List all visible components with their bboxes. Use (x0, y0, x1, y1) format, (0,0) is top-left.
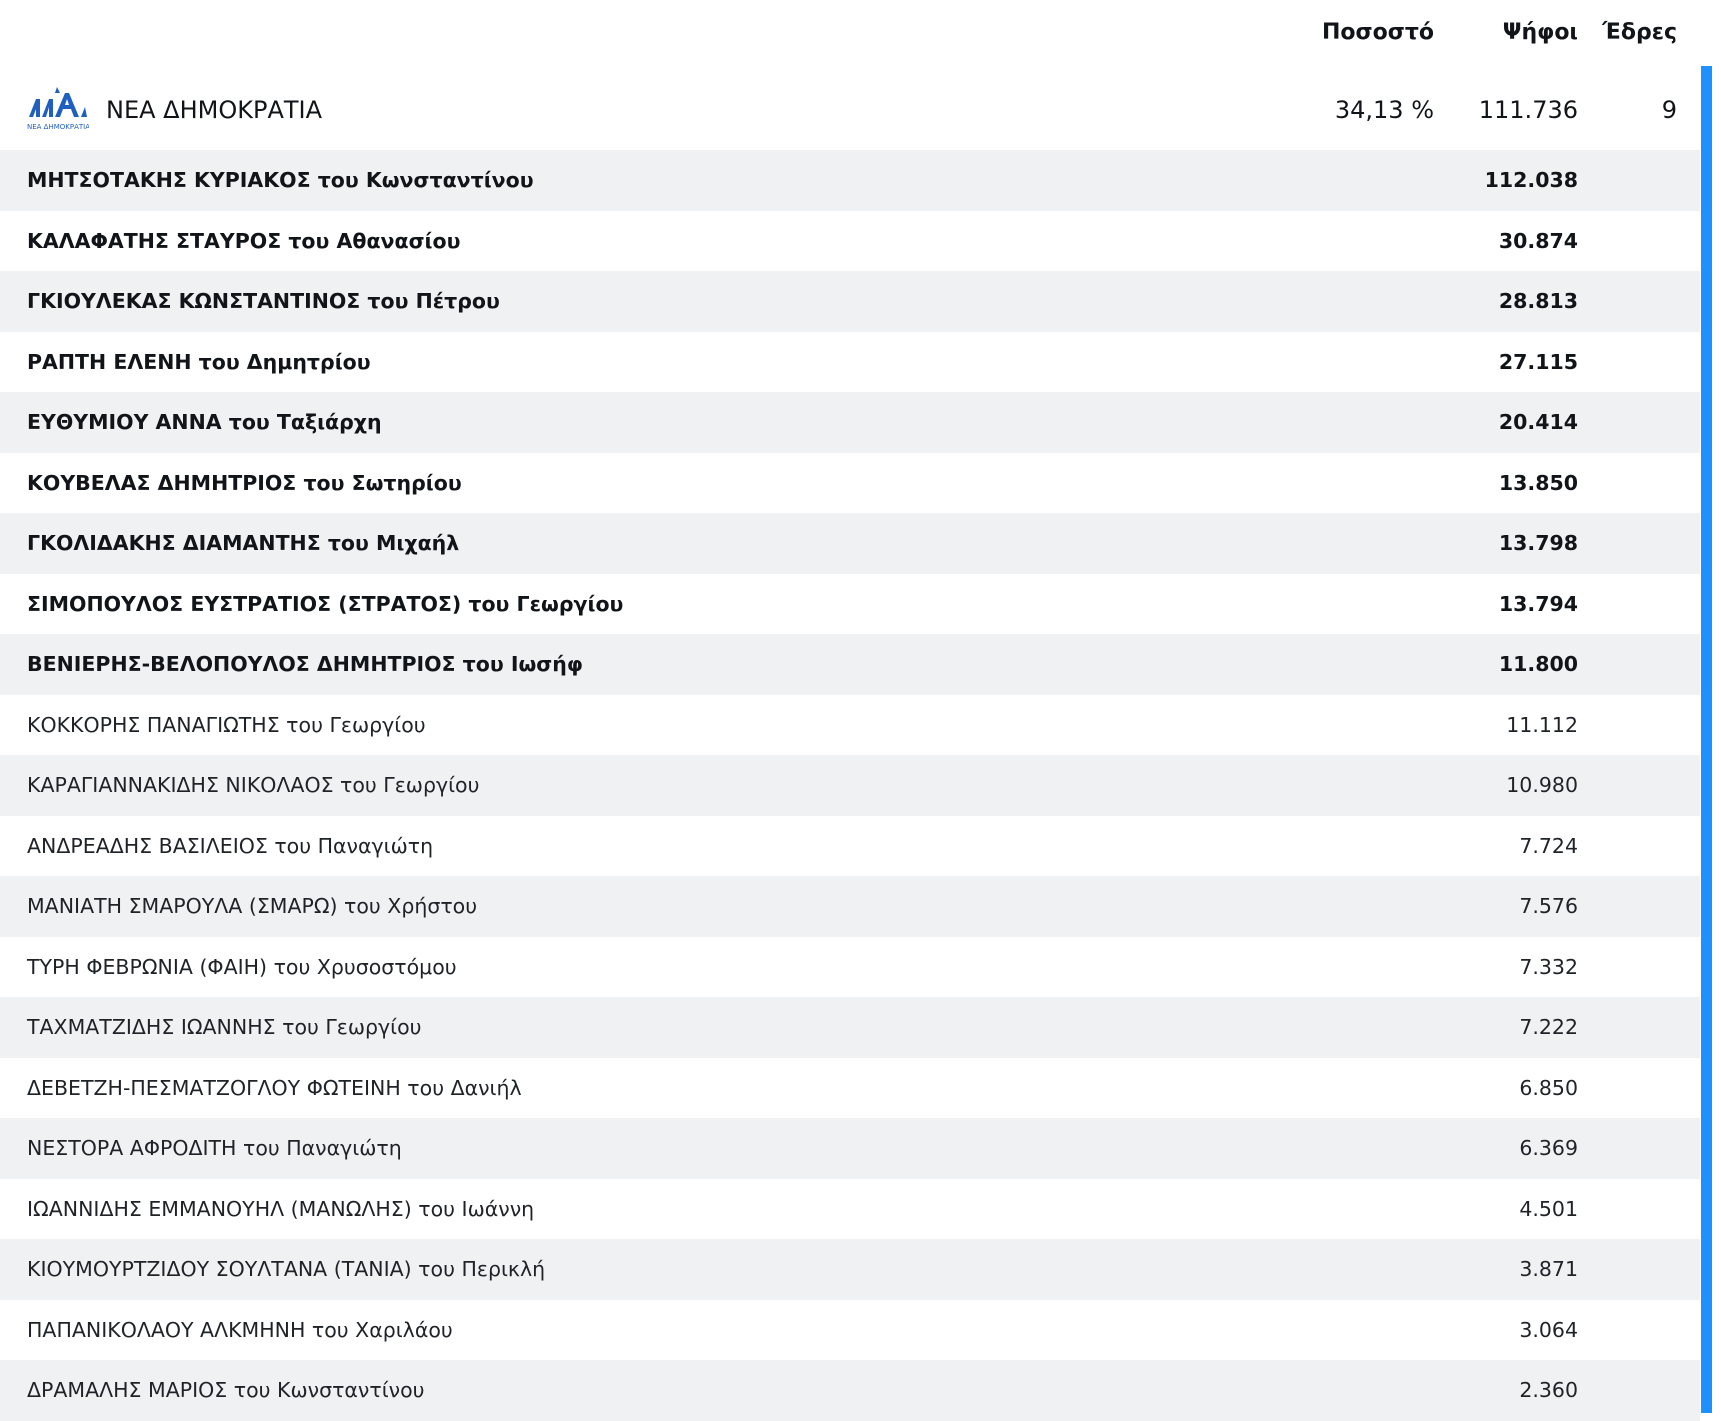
candidate-name: ΜΑΝΙΑΤΗ ΣΜΑΡΟΥΛΑ (ΣΜΑΡΩ) του Χρήστου (27, 894, 478, 919)
party-votes: 111.736 (1478, 96, 1578, 124)
candidate-votes: 3.871 (1519, 1257, 1578, 1282)
results-header: Ποσοστό Ψήφοι Έδρες (0, 0, 1700, 70)
candidate-row[interactable]: ΤΑΧΜΑΤΖΙΔΗΣ ΙΩΑΝΝΗΣ του Γεωργίου 7.222 (0, 997, 1700, 1058)
candidate-votes: 30.874 (1498, 228, 1578, 253)
candidate-votes: 20.414 (1498, 410, 1578, 435)
candidate-votes: 112.038 (1484, 168, 1578, 193)
candidate-name: ΔΕΒΕΤΖΗ-ΠΕΣΜΑΤΖΟΓΛΟΥ ΦΩΤΕΙΝΗ του Δανιήλ (27, 1075, 522, 1100)
candidate-name: ΔΡΑΜΑΛΗΣ ΜΑΡΙΟΣ του Κωνσταντίνου (27, 1378, 425, 1403)
candidate-votes: 7.576 (1519, 894, 1578, 919)
candidate-votes: 11.800 (1498, 652, 1578, 677)
party-name: ΝΕΑ ΔΗΜΟΚΡΑΤΙΑ (106, 96, 323, 124)
logo-text: ΝΕΑ ΔΗΜΟΚΡΑΤΙΑ (27, 123, 89, 131)
candidate-name: ΚΟΚΚΟΡΗΣ ΠΑΝΑΓΙΩΤΗΣ του Γεωργίου (27, 712, 426, 737)
column-header-votes: Ψήφοι (1502, 20, 1578, 45)
candidate-row[interactable]: ΔΕΒΕΤΖΗ-ΠΕΣΜΑΤΖΟΓΛΟΥ ΦΩΤΕΙΝΗ του Δανιήλ 6… (0, 1057, 1700, 1118)
candidate-name: ΚΙΟΥΜΟΥΡΤΖΙΔΟΥ ΣΟΥΛΤΑΝΑ (ΤΑΝΙΑ) του Περι… (27, 1257, 546, 1282)
candidate-row[interactable]: ΚΙΟΥΜΟΥΡΤΖΙΔΟΥ ΣΟΥΛΤΑΝΑ (ΤΑΝΙΑ) του Περι… (0, 1239, 1700, 1300)
candidate-name: ΑΝΔΡΕΑΔΗΣ ΒΑΣΙΛΕΙΟΣ του Παναγιώτη (27, 833, 434, 858)
candidate-row[interactable]: ΡΑΠΤΗ ΕΛΕΝΗ του Δημητρίου 27.115 (0, 331, 1700, 392)
nd-logo-icon: ΝΕΑ ΔΗΜΟΚΡΑΤΙΑ (27, 87, 89, 131)
candidate-votes: 7.222 (1519, 1015, 1578, 1040)
candidate-votes: 2.360 (1519, 1378, 1578, 1403)
candidate-votes: 3.064 (1519, 1317, 1578, 1342)
candidate-votes: 11.112 (1506, 712, 1578, 737)
candidate-votes: 27.115 (1498, 349, 1578, 374)
candidate-row[interactable]: ΓΚΙΟΥΛΕΚΑΣ ΚΩΝΣΤΑΝΤΙΝΟΣ του Πέτρου 28.813 (0, 271, 1700, 332)
candidate-row[interactable]: ΜΗΤΣΟΤΑΚΗΣ ΚΥΡΙΑΚΟΣ του Κωνσταντίνου 112.… (0, 150, 1700, 211)
candidate-row[interactable]: ΑΝΔΡΕΑΔΗΣ ΒΑΣΙΛΕΙΟΣ του Παναγιώτη 7.724 (0, 815, 1700, 876)
party-seats: 9 (1661, 96, 1677, 124)
candidate-row[interactable]: ΣΙΜΟΠΟΥΛΟΣ ΕΥΣΤΡΑΤΙΟΣ (ΣΤΡΑΤΟΣ) του Γεωρ… (0, 573, 1700, 634)
candidate-votes: 7.724 (1519, 833, 1578, 858)
candidate-votes: 6.369 (1519, 1136, 1578, 1161)
candidate-name: ΜΗΤΣΟΤΑΚΗΣ ΚΥΡΙΑΚΟΣ του Κωνσταντίνου (27, 168, 534, 193)
candidate-votes: 13.850 (1498, 470, 1578, 495)
column-header-seats: Έδρες (1602, 20, 1677, 45)
candidate-votes: 13.798 (1498, 531, 1578, 556)
scrollbar[interactable] (1701, 66, 1712, 1413)
candidate-row[interactable]: ΒΕΝΙΕΡΗΣ-ΒΕΛΟΠΟΥΛΟΣ ΔΗΜΗΤΡΙΟΣ του Ιωσήφ 1… (0, 634, 1700, 695)
candidate-name: ΚΟΥΒΕΛΑΣ ΔΗΜΗΤΡΙΟΣ του Σωτηρίου (27, 470, 462, 495)
candidate-name: ΤΥΡΗ ΦΕΒΡΩΝΙΑ (ΦΑΙΗ) του Χρυσοστόμου (27, 954, 457, 979)
candidate-row[interactable]: ΜΑΝΙΑΤΗ ΣΜΑΡΟΥΛΑ (ΣΜΑΡΩ) του Χρήστου 7.57… (0, 876, 1700, 937)
candidate-name: ΣΙΜΟΠΟΥΛΟΣ ΕΥΣΤΡΑΤΙΟΣ (ΣΤΡΑΤΟΣ) του Γεωρ… (27, 591, 624, 616)
candidate-name: ΝΕΣΤΟΡΑ ΑΦΡΟΔΙΤΗ του Παναγιώτη (27, 1136, 402, 1161)
party-percent: 34,13 % (1334, 96, 1434, 124)
candidate-name: ΒΕΝΙΕΡΗΣ-ΒΕΛΟΠΟΥΛΟΣ ΔΗΜΗΤΡΙΟΣ του Ιωσήφ (27, 652, 583, 677)
candidate-votes: 10.980 (1506, 773, 1578, 798)
candidate-name: ΠΑΠΑΝΙΚΟΛΑΟΥ ΑΛΚΜΗΝΗ του Χαριλάου (27, 1317, 453, 1342)
candidate-row[interactable]: ΤΥΡΗ ΦΕΒΡΩΝΙΑ (ΦΑΙΗ) του Χρυσοστόμου 7.33… (0, 936, 1700, 997)
column-header-percent: Ποσοστό (1321, 20, 1434, 45)
candidate-row[interactable]: ΔΡΑΜΑΛΗΣ ΜΑΡΙΟΣ του Κωνσταντίνου 2.360 (0, 1360, 1700, 1421)
candidate-name: ΕΥΘΥΜΙΟΥ ΑΝΝΑ του Ταξιάρχη (27, 410, 382, 435)
candidate-votes: 13.794 (1498, 591, 1578, 616)
candidate-name: ΚΑΡΑΓΙΑΝΝΑΚΙΔΗΣ ΝΙΚΟΛΑΟΣ του Γεωργίου (27, 773, 480, 798)
candidate-name: ΓΚΙΟΥΛΕΚΑΣ ΚΩΝΣΤΑΝΤΙΝΟΣ του Πέτρου (27, 289, 500, 314)
candidate-name: ΙΩΑΝΝΙΔΗΣ ΕΜΜΑΝΟΥΗΛ (ΜΑΝΩΛΗΣ) του Ιωάννη (27, 1196, 535, 1221)
candidate-name: ΓΚΟΛΙΔΑΚΗΣ ΔΙΑΜΑΝΤΗΣ του Μιχαήλ (27, 531, 460, 556)
party-row[interactable]: ΝΕΑ ΔΗΜΟΚΡΑΤΙΑ ΝΕΑ ΔΗΜΟΚΡΑΤΙΑ 34,13 % 11… (0, 80, 1700, 150)
candidate-row[interactable]: ΝΕΣΤΟΡΑ ΑΦΡΟΔΙΤΗ του Παναγιώτη 6.369 (0, 1118, 1700, 1179)
candidate-row[interactable]: ΚΑΛΑΦΑΤΗΣ ΣΤΑΥΡΟΣ του Αθανασίου 30.874 (0, 210, 1700, 271)
candidate-name: ΤΑΧΜΑΤΖΙΔΗΣ ΙΩΑΝΝΗΣ του Γεωργίου (27, 1015, 422, 1040)
candidate-row[interactable]: ΠΑΠΑΝΙΚΟΛΑΟΥ ΑΛΚΜΗΝΗ του Χαριλάου 3.064 (0, 1299, 1700, 1360)
candidate-row[interactable]: ΓΚΟΛΙΔΑΚΗΣ ΔΙΑΜΑΝΤΗΣ του Μιχαήλ 13.798 (0, 513, 1700, 574)
candidate-row[interactable]: ΚΟΚΚΟΡΗΣ ΠΑΝΑΓΙΩΤΗΣ του Γεωργίου 11.112 (0, 694, 1700, 755)
candidate-name: ΚΑΛΑΦΑΤΗΣ ΣΤΑΥΡΟΣ του Αθανασίου (27, 228, 461, 253)
candidate-list: ΜΗΤΣΟΤΑΚΗΣ ΚΥΡΙΑΚΟΣ του Κωνσταντίνου 112.… (0, 150, 1700, 1421)
candidate-votes: 28.813 (1498, 289, 1578, 314)
candidate-votes: 7.332 (1519, 954, 1578, 979)
candidate-row[interactable]: ΙΩΑΝΝΙΔΗΣ ΕΜΜΑΝΟΥΗΛ (ΜΑΝΩΛΗΣ) του Ιωάννη… (0, 1178, 1700, 1239)
candidate-votes: 4.501 (1519, 1196, 1578, 1221)
candidate-votes: 6.850 (1519, 1075, 1578, 1100)
candidate-name: ΡΑΠΤΗ ΕΛΕΝΗ του Δημητρίου (27, 349, 371, 374)
candidate-row[interactable]: ΚΑΡΑΓΙΑΝΝΑΚΙΔΗΣ ΝΙΚΟΛΑΟΣ του Γεωργίου 10.… (0, 755, 1700, 816)
candidate-row[interactable]: ΚΟΥΒΕΛΑΣ ΔΗΜΗΤΡΙΟΣ του Σωτηρίου 13.850 (0, 452, 1700, 513)
candidate-row[interactable]: ΕΥΘΥΜΙΟΥ ΑΝΝΑ του Ταξιάρχη 20.414 (0, 392, 1700, 453)
